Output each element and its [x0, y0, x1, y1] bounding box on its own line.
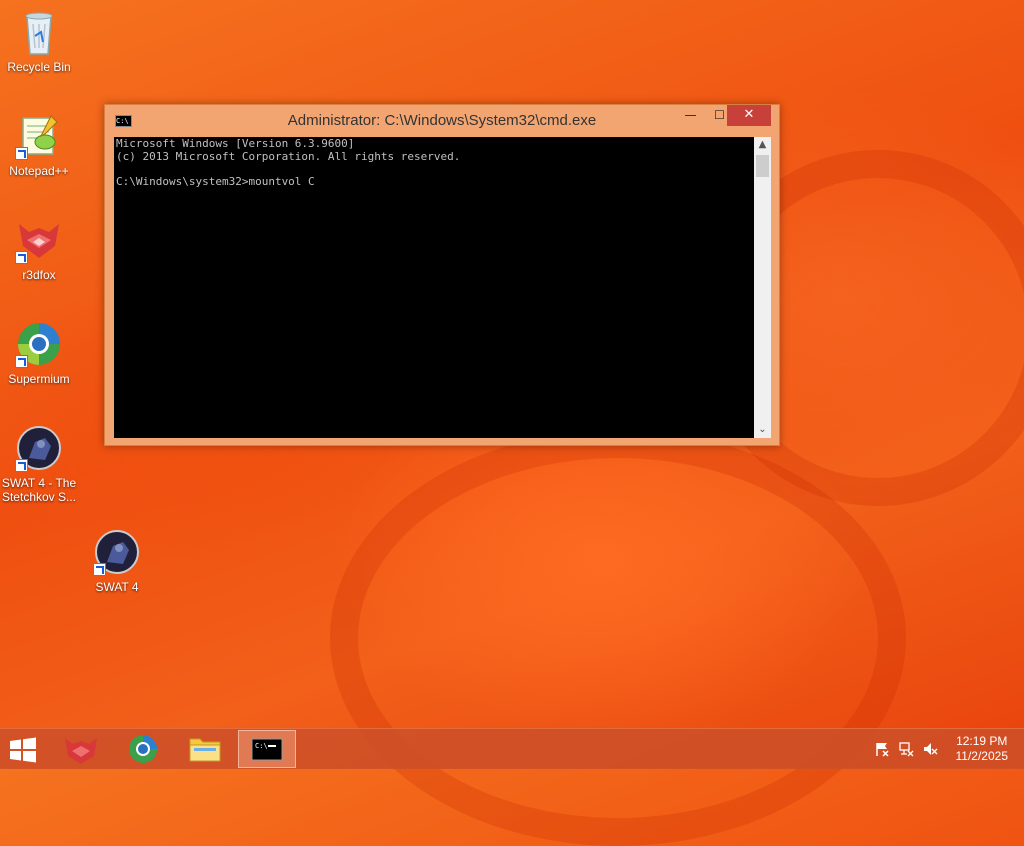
shortcut-arrow-icon: [15, 355, 28, 368]
taskbar-app-file-explorer[interactable]: [176, 730, 234, 768]
close-button[interactable]: ✕: [727, 105, 771, 126]
desktop-icon-swat4[interactable]: SWAT 4: [77, 528, 157, 594]
action-center-flag-icon[interactable]: [874, 741, 890, 757]
vertical-scrollbar[interactable]: ▲ ⌄: [754, 137, 771, 438]
desktop-icon-label: SWAT 4: [95, 580, 139, 594]
maximize-icon: ☐: [714, 108, 725, 122]
desktop-icon-recycle-bin[interactable]: Recycle Bin: [0, 8, 79, 74]
minimize-icon: —: [684, 108, 697, 122]
clock-date: 11/2/2025: [955, 749, 1009, 763]
desktop-icon-notepad-plus-plus[interactable]: Notepad++: [0, 112, 79, 178]
clock-time: 12:19 PM: [956, 734, 1008, 748]
volume-muted-icon[interactable]: [922, 741, 938, 757]
window-titlebar[interactable]: C:\ Administrator: C:\Windows\System32\c…: [105, 105, 779, 137]
supermium-icon: [15, 320, 63, 368]
console-line: Microsoft Windows [Version 6.3.9600]: [116, 137, 355, 150]
console-line: (c) 2013 Microsoft Corporation. All righ…: [116, 149, 461, 163]
taskbar-clock[interactable]: 12:19 PM 11/2/2025: [956, 734, 1009, 764]
windows-logo-icon: [10, 737, 36, 763]
taskbar: C:\ 12:19 PM 11/2/2025: [0, 728, 1024, 769]
swat4-stetchkov-icon: [15, 424, 63, 472]
scroll-down-button[interactable]: ⌄: [754, 422, 771, 438]
shortcut-arrow-icon: [93, 563, 106, 576]
network-icon[interactable]: [898, 741, 914, 757]
scroll-thumb[interactable]: [756, 155, 769, 177]
desktop-icon-r3dfox[interactable]: r3dfox: [0, 216, 79, 282]
shortcut-arrow-icon: [15, 147, 28, 160]
supermium-icon: [129, 735, 157, 763]
desktop-icon-label: Supermium: [8, 372, 70, 386]
console-output[interactable]: Microsoft Windows [Version 6.3.9600] (c) …: [114, 137, 754, 438]
scroll-up-button[interactable]: ▲: [754, 137, 771, 153]
file-explorer-icon: [189, 738, 221, 762]
desktop-icon-label: SWAT 4 - The Stetchkov S...: [1, 476, 77, 504]
shortcut-arrow-icon: [15, 459, 28, 472]
shortcut-arrow-icon: [15, 251, 28, 264]
r3dfox-icon: [65, 738, 97, 764]
notepad-plus-plus-icon: [15, 112, 63, 160]
taskbar-app-r3dfox[interactable]: [52, 730, 110, 768]
close-icon: ✕: [743, 107, 755, 122]
wallpaper-swirl: [330, 430, 906, 846]
taskbar-app-supermium[interactable]: [114, 730, 172, 768]
minimize-button[interactable]: —: [676, 105, 705, 126]
command-prompt-icon: C:\: [251, 738, 283, 761]
desktop-icon-label: Notepad++: [9, 164, 69, 178]
swat4-icon: [93, 528, 141, 576]
recycle-bin-icon: [15, 8, 63, 56]
cmd-window[interactable]: C:\ Administrator: C:\Windows\System32\c…: [104, 104, 780, 446]
svg-text:C:\: C:\: [255, 742, 268, 750]
desktop-icon-label: Recycle Bin: [7, 60, 71, 74]
desktop-icon-swat4-stetchkov[interactable]: SWAT 4 - The Stetchkov S...: [0, 424, 79, 504]
chevron-down-icon: ⌄: [758, 424, 767, 435]
console-line: ​: [116, 163, 752, 176]
chevron-up-icon: ▲: [758, 139, 767, 150]
desktop-icon-supermium[interactable]: Supermium: [0, 320, 79, 386]
start-button[interactable]: [8, 737, 38, 763]
r3dfox-icon: [15, 216, 63, 264]
taskbar-app-command-prompt[interactable]: C:\: [238, 730, 296, 768]
desktop-icon-label: r3dfox: [22, 268, 56, 282]
console-line-prompt: C:\Windows\system32>mountvol C: [116, 174, 315, 188]
